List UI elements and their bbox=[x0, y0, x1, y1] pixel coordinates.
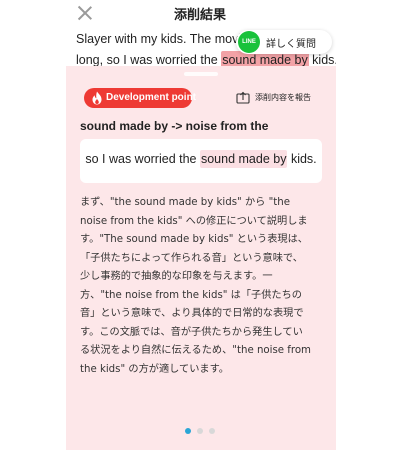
explanation-line: る状況をより自然に伝えるため、"the noise from bbox=[80, 345, 311, 356]
correction-heading: sound made by -> noise from the bbox=[80, 119, 269, 133]
explanation-line: 「子供たちによって作られる音」という意味で、 bbox=[80, 252, 303, 264]
essay-line-1: Slayer with my kids. The movie bbox=[76, 32, 249, 46]
explanation-line: まず、"the sound made by kids" から "the bbox=[80, 197, 290, 208]
explanation-line: す。この文脈では、音が子供たちから発生してい bbox=[80, 326, 303, 338]
report-icon bbox=[236, 91, 250, 104]
explanation-line: 少し事務的で抽象的な印象を与えます。一 bbox=[80, 271, 273, 282]
page-dot-2[interactable] bbox=[197, 428, 203, 434]
flame-icon bbox=[92, 91, 102, 105]
example-after: kids. bbox=[287, 152, 317, 166]
development-point-label: Development point bbox=[106, 92, 197, 103]
example-sentence-card: so I was worried the sound made by kids. bbox=[80, 139, 322, 183]
explanation-text: まず、"the sound made by kids" から "the nois… bbox=[80, 194, 328, 379]
page-dot-1[interactable] bbox=[185, 428, 191, 434]
example-before: so I was worried the bbox=[85, 152, 200, 166]
essay-text-before: long, so I was worried the bbox=[76, 53, 222, 67]
report-label: 添削内容を報告 bbox=[255, 93, 311, 102]
page-title: 添削結果 bbox=[173, 8, 226, 23]
line-icon: LINE bbox=[238, 31, 260, 53]
explanation-line: 方、"the noise from the kids" は「子供たちの bbox=[80, 289, 302, 301]
essay-text-after: kids. bbox=[308, 53, 336, 67]
header: 添削結果 bbox=[0, 0, 400, 30]
page-dot-3[interactable] bbox=[209, 428, 215, 434]
development-point-badge: Development point bbox=[84, 88, 196, 108]
line-ask-label: 詳しく質問 bbox=[266, 39, 316, 50]
feedback-panel: Development point 添削内容を報告 sound made by … bbox=[66, 66, 336, 450]
explanation-line: 音」という意味で、より具体的で日常的な表現で bbox=[80, 308, 304, 319]
explanation-line: す。"The sound made by kids" という表現は、 bbox=[80, 234, 308, 245]
line-ask-button[interactable]: LINE 詳しく質問 bbox=[236, 30, 332, 54]
example-highlight: sound made by bbox=[199, 150, 288, 168]
drag-handle[interactable] bbox=[184, 72, 218, 76]
explanation-line: noise from the kids" への修正について説明しま bbox=[80, 215, 308, 227]
explanation-line: the kids" の方が適しています。 bbox=[80, 363, 229, 375]
report-link[interactable]: 添削内容を報告 bbox=[236, 90, 332, 106]
example-sentence: so I was worried the sound made by kids. bbox=[80, 150, 322, 168]
